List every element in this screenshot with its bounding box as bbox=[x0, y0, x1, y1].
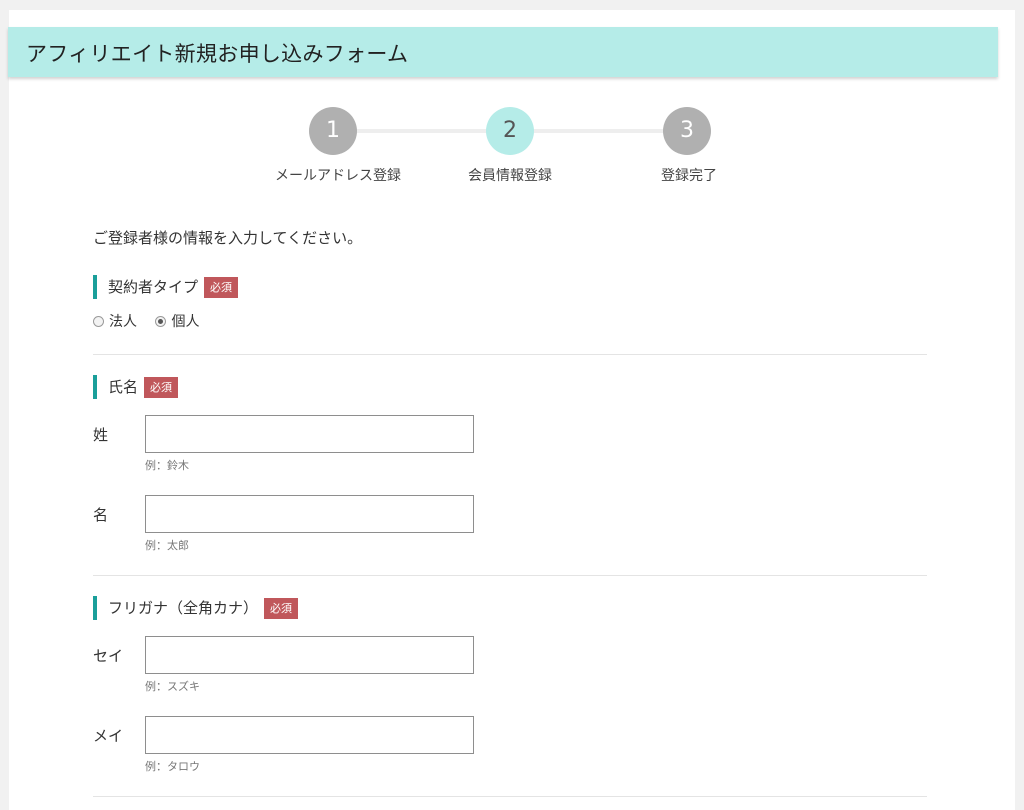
page-title: アフィリエイト新規お申し込みフォーム bbox=[26, 42, 409, 66]
first-name-input[interactable] bbox=[145, 495, 474, 533]
radio-label: 法人 bbox=[109, 314, 137, 330]
radio-option-individual[interactable]: 個人 bbox=[155, 314, 199, 330]
last-name-kana-label: セイ bbox=[93, 647, 124, 665]
step-connector bbox=[333, 129, 510, 133]
first-name-hint: 例：太郎 bbox=[145, 539, 189, 552]
first-name-kana-hint: 例：タロウ bbox=[145, 760, 200, 773]
page-header: アフィリエイト新規お申し込みフォーム bbox=[8, 27, 998, 77]
step-1-circle: 1 bbox=[309, 107, 357, 155]
required-badge: 必須 bbox=[144, 377, 179, 398]
divider bbox=[93, 354, 927, 355]
section-title: 氏名 bbox=[108, 378, 139, 396]
first-name-kana-label: メイ bbox=[93, 727, 124, 745]
required-badge: 必須 bbox=[264, 598, 299, 619]
section-name: 氏名 必須 bbox=[93, 375, 179, 399]
required-badge: 必須 bbox=[204, 277, 239, 298]
radio-label: 個人 bbox=[171, 314, 200, 330]
step-2-circle: 2 bbox=[486, 107, 534, 155]
last-name-hint: 例：鈴木 bbox=[145, 459, 189, 472]
radio-button[interactable] bbox=[155, 316, 167, 327]
section-title: 契約者タイプ bbox=[108, 278, 199, 296]
section-title: フリガナ（全角カナ） bbox=[108, 599, 259, 617]
divider bbox=[93, 575, 927, 576]
last-name-kana-input[interactable] bbox=[145, 636, 474, 674]
section-contract-type: 契約者タイプ 必須 bbox=[93, 275, 239, 299]
section-furigana: フリガナ（全角カナ） 必須 bbox=[93, 596, 299, 620]
step-connector bbox=[510, 129, 687, 133]
step-2-label: 会員情報登録 bbox=[468, 168, 552, 184]
step-3-label: 登録完了 bbox=[661, 168, 717, 184]
divider bbox=[93, 796, 927, 797]
step-3-circle: 3 bbox=[663, 107, 711, 155]
step-1-label: メールアドレス登録 bbox=[275, 168, 401, 184]
first-name-label: 名 bbox=[93, 506, 109, 524]
radio-button[interactable] bbox=[93, 316, 104, 327]
last-name-kana-hint: 例：スズキ bbox=[145, 680, 200, 693]
contract-type-radio-group: 法人 個人 bbox=[93, 311, 213, 331]
intro-text: ご登録者様の情報を入力してください。 bbox=[93, 229, 363, 247]
last-name-label: 姓 bbox=[93, 426, 109, 444]
first-name-kana-input[interactable] bbox=[145, 716, 474, 754]
radio-option-corporate[interactable]: 法人 bbox=[93, 314, 137, 330]
last-name-input[interactable] bbox=[145, 415, 474, 453]
